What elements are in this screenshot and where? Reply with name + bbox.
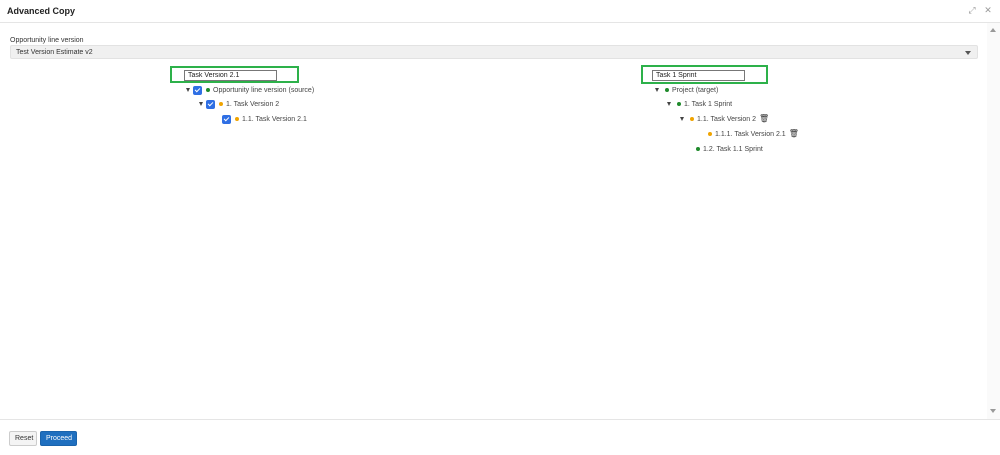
scroll-up-icon[interactable] bbox=[990, 28, 996, 32]
orange-dot-icon bbox=[708, 132, 712, 136]
green-dot-icon bbox=[206, 88, 210, 92]
source-root-label: Opportunity line version (source) bbox=[213, 86, 315, 94]
expand-caret-icon[interactable] bbox=[680, 117, 684, 121]
expand-caret-icon[interactable] bbox=[199, 102, 203, 106]
expand-icon[interactable]: ⤢ bbox=[967, 5, 977, 15]
trash-icon[interactable]: 🗑 bbox=[759, 114, 769, 124]
target-tree-child1-1-1: 1.1.1. Task Version 2.1 🗑 bbox=[708, 129, 799, 139]
source-child-checkbox[interactable] bbox=[206, 99, 215, 109]
expand-caret-icon[interactable] bbox=[655, 88, 659, 92]
header-icons: ⤢ ✕ bbox=[967, 5, 993, 15]
target-search-input[interactable] bbox=[652, 70, 745, 81]
source-tree-grandchild: 1.1. Task Version 2.1 bbox=[222, 114, 307, 124]
green-dot-icon bbox=[696, 147, 700, 151]
dialog-content: Opportunity line version Test Version Es… bbox=[0, 23, 987, 419]
close-icon[interactable]: ✕ bbox=[983, 5, 993, 15]
target-child1-label: 1. Task 1 Sprint bbox=[684, 100, 733, 108]
orange-dot-icon bbox=[690, 117, 694, 121]
expand-caret-icon[interactable] bbox=[186, 88, 190, 92]
reset-button[interactable]: Reset bbox=[9, 431, 37, 446]
expand-caret-icon[interactable] bbox=[667, 102, 671, 106]
target-child1-1-label: 1.1. Task Version 2 bbox=[697, 115, 757, 123]
source-grandchild-label: 1.1. Task Version 2.1 bbox=[242, 115, 307, 123]
proceed-button[interactable]: Proceed bbox=[40, 431, 77, 446]
source-child-label: 1. Task Version 2 bbox=[226, 100, 280, 108]
opportunity-line-version-label: Opportunity line version bbox=[10, 37, 84, 44]
trash-icon[interactable]: 🗑 bbox=[789, 129, 799, 139]
target-tree-child1: 1. Task 1 Sprint bbox=[667, 99, 732, 109]
target-tree-child1-1: 1.1. Task Version 2 🗑 bbox=[680, 114, 769, 124]
target-tree-child1-2: 1.2. Task 1.1 Sprint bbox=[696, 144, 763, 154]
target-child1-1-1-label: 1.1.1. Task Version 2.1 bbox=[715, 130, 786, 138]
orange-dot-icon bbox=[219, 102, 223, 106]
scroll-down-icon[interactable] bbox=[990, 409, 996, 413]
source-tree-root: Opportunity line version (source) bbox=[186, 85, 314, 95]
target-child1-2-label: 1.2. Task 1.1 Sprint bbox=[703, 145, 763, 153]
vertical-scrollbar[interactable] bbox=[987, 23, 1000, 419]
target-root-label: Project (target) bbox=[672, 86, 719, 94]
source-root-checkbox[interactable] bbox=[193, 85, 202, 95]
green-dot-icon bbox=[665, 88, 669, 92]
target-tree-root: Project (target) bbox=[655, 85, 718, 95]
green-dot-icon bbox=[677, 102, 681, 106]
source-grandchild-checkbox[interactable] bbox=[222, 114, 231, 124]
source-search-input[interactable] bbox=[184, 70, 277, 81]
orange-dot-icon bbox=[235, 117, 239, 121]
chevron-down-icon bbox=[965, 51, 971, 55]
dialog-footer: Reset Proceed bbox=[0, 419, 1000, 455]
dialog-title: Advanced Copy bbox=[7, 6, 76, 16]
select-value: Test Version Estimate v2 bbox=[16, 49, 93, 56]
source-tree-child: 1. Task Version 2 bbox=[199, 99, 279, 109]
opportunity-line-version-select[interactable]: Test Version Estimate v2 bbox=[10, 45, 978, 59]
dialog-header: Advanced Copy ⤢ ✕ bbox=[0, 0, 1000, 23]
